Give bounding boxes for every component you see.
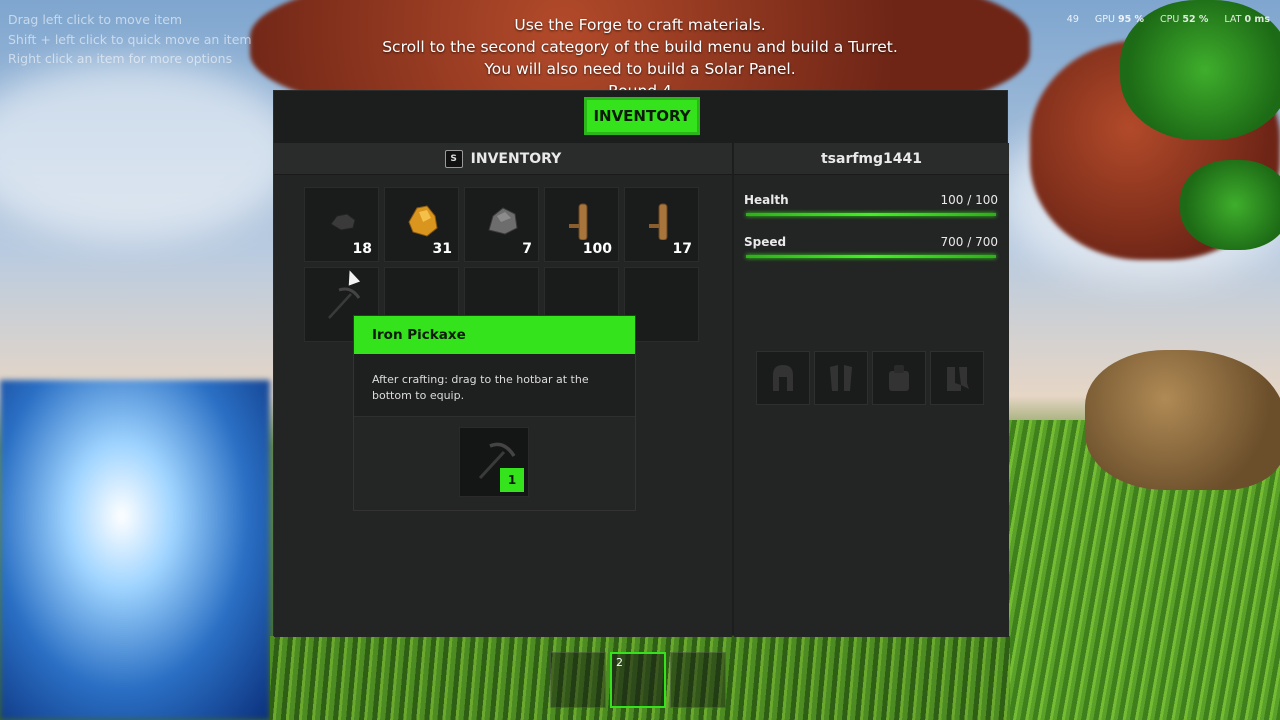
stone-icon: [488, 207, 518, 235]
inventory-header: S INVENTORY: [274, 143, 732, 175]
fps-value: 49: [1066, 14, 1079, 25]
performance-stats: 49 GPU 95 % CPU 52 % LAT 0 ms: [1067, 14, 1270, 25]
cpu-label: CPU: [1160, 14, 1180, 25]
wood-log-icon: [649, 203, 668, 240]
inventory-slot[interactable]: 31: [384, 187, 459, 262]
inventory-slot[interactable]: 7: [464, 187, 539, 262]
inventory-slot[interactable]: 100: [544, 187, 619, 262]
health-bar: [746, 213, 996, 216]
equipment-slots: [756, 351, 984, 405]
health-value: 100 / 100: [940, 193, 998, 207]
item-quantity: 100: [582, 241, 612, 257]
hotbar-slot[interactable]: [670, 652, 726, 708]
inventory-header-label: INVENTORY: [470, 150, 562, 167]
backpack-icon: [889, 365, 909, 391]
item-tooltip: Iron Pickaxe After crafting: drag to the…: [353, 315, 636, 511]
chest-armor-icon: [830, 365, 852, 391]
equipment-slot-feet[interactable]: [930, 351, 984, 405]
lat-value: 0 ms: [1244, 14, 1270, 25]
copper-ore-icon: [408, 205, 438, 237]
speed-bar-fill: [746, 255, 996, 258]
speed-bar: [746, 255, 996, 258]
character-header: tsarfmg1441: [734, 143, 1009, 175]
item-quantity: 31: [432, 241, 452, 257]
inventory-hotkey: S: [444, 149, 463, 168]
health-stat: Health 100 / 100: [744, 193, 998, 216]
lat-label: LAT: [1224, 14, 1242, 25]
hotbar-slot-active[interactable]: 2: [610, 652, 666, 708]
tooltip-preview: 1: [354, 416, 635, 510]
equipment-slot-head[interactable]: [756, 351, 810, 405]
panel-title: INVENTORY: [584, 97, 700, 135]
tooltip-item-slot: 1: [459, 427, 529, 497]
coal-icon: [330, 213, 356, 231]
hotbar-slot[interactable]: [550, 652, 606, 708]
item-quantity: 7: [522, 241, 532, 257]
inventory-slot[interactable]: 18: [304, 187, 379, 262]
cpu-value: 52 %: [1182, 14, 1209, 25]
tooltip-description: After crafting: drag to the hotbar at th…: [372, 373, 589, 402]
tooltip-item-quantity: 1: [500, 468, 524, 492]
item-quantity: 17: [672, 241, 692, 257]
helmet-icon: [773, 365, 793, 391]
health-bar-fill: [746, 213, 996, 216]
player-name: tsarfmg1441: [820, 150, 923, 167]
wood-log-icon: [569, 203, 588, 240]
gpu-value: 95 %: [1117, 14, 1144, 25]
objective-line: You will also need to build a Solar Pane…: [484, 60, 796, 78]
tooltip-title: Iron Pickaxe: [354, 316, 635, 354]
hotbar: 2: [550, 652, 726, 708]
health-label: Health: [744, 193, 789, 207]
inventory-slot[interactable]: 17: [624, 187, 699, 262]
speed-stat: Speed 700 / 700: [744, 235, 998, 258]
speed-label: Speed: [744, 235, 787, 249]
objective-line: Scroll to the second category of the bui…: [382, 38, 898, 56]
character-section: tsarfmg1441 Health 100 / 100 Speed 700 /…: [734, 143, 1009, 637]
item-quantity: 18: [352, 241, 372, 257]
objective-text: Use the Forge to craft materials. Scroll…: [0, 14, 1280, 92]
boots-icon: [947, 367, 969, 391]
hotbar-slot-number: 2: [616, 656, 623, 669]
equipment-slot-back[interactable]: [872, 351, 926, 405]
gpu-label: GPU: [1094, 14, 1115, 25]
equipment-slot-chest[interactable]: [814, 351, 868, 405]
speed-value: 700 / 700: [940, 235, 998, 249]
